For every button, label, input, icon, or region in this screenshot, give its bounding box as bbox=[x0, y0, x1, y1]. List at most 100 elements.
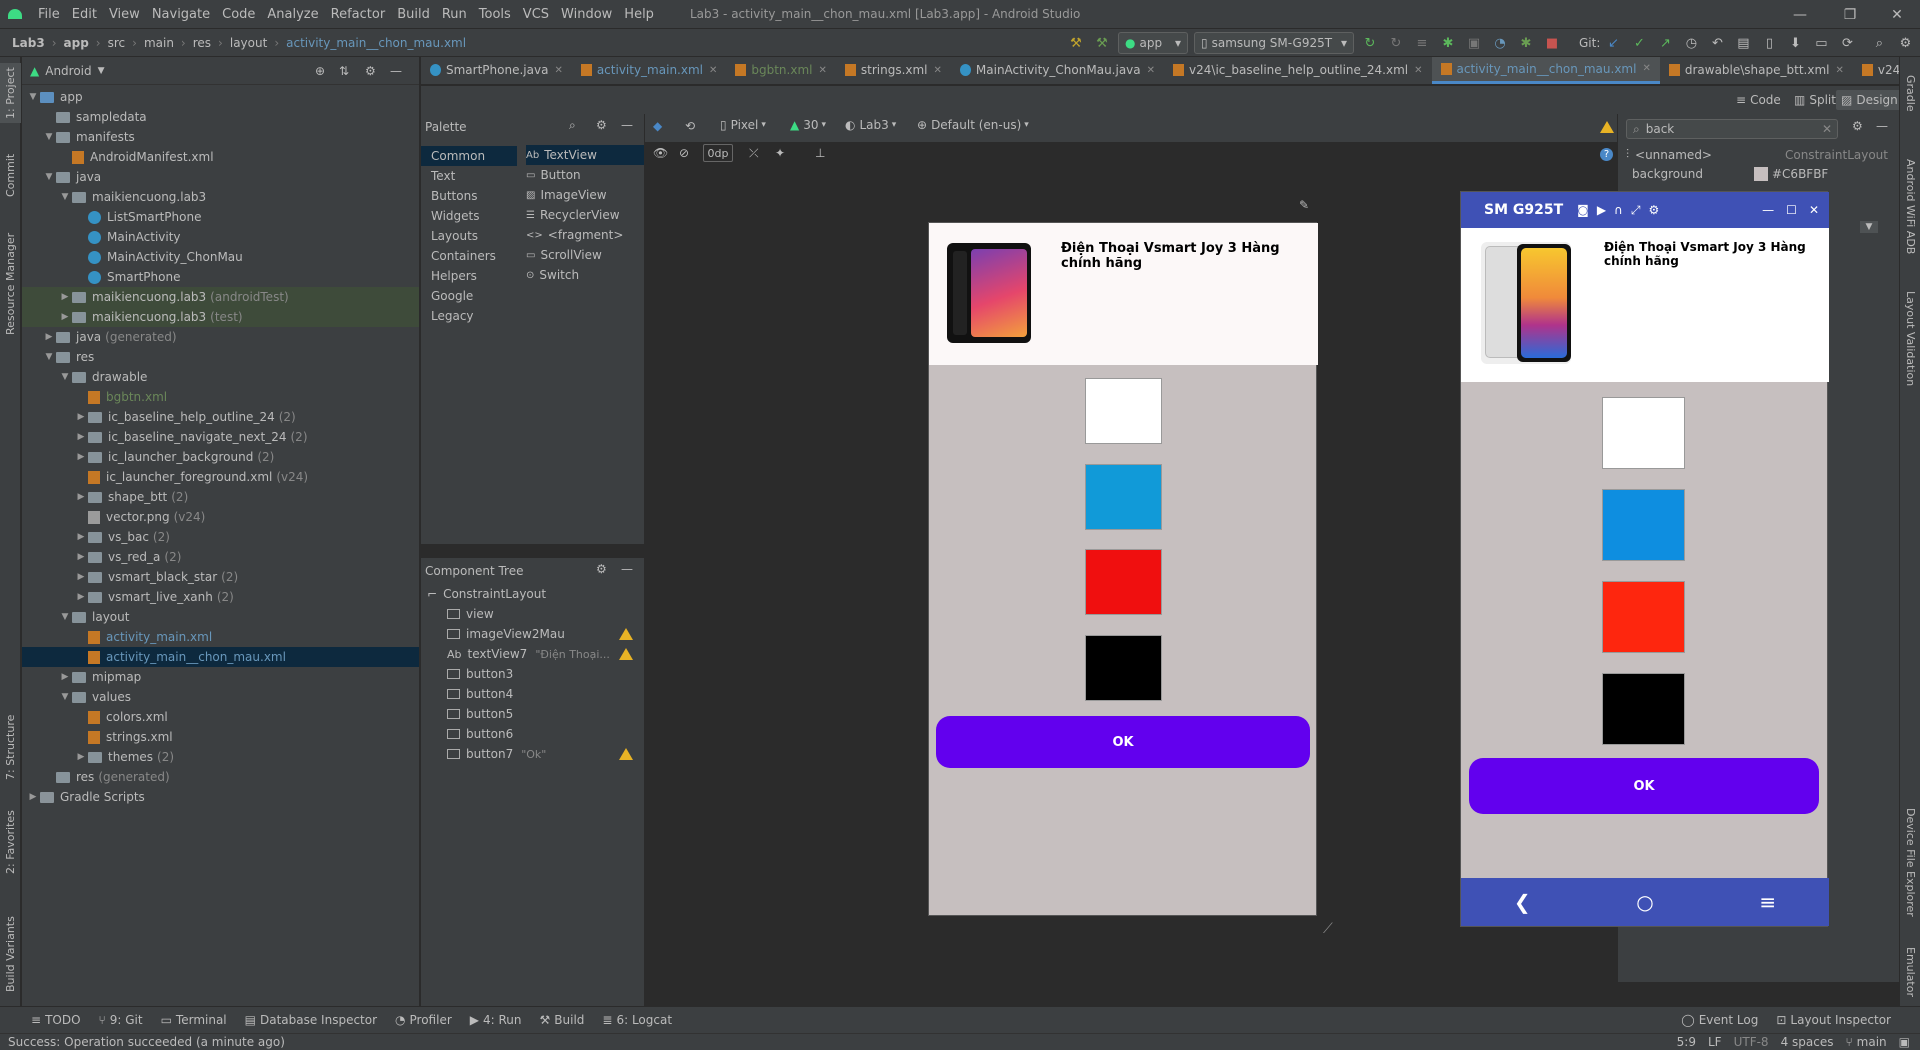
expand-right-icon[interactable]: ▶ bbox=[74, 532, 88, 542]
breadcrumb-item[interactable]: main bbox=[142, 36, 176, 50]
gear-icon[interactable]: ⚙ bbox=[1852, 119, 1863, 133]
expand-down-icon[interactable]: ▼ bbox=[58, 692, 72, 702]
palette-item[interactable]: ⊙ Switch bbox=[526, 265, 644, 285]
build-variants-tool-tab[interactable]: Build Variants bbox=[0, 907, 21, 1002]
expand-down-icon[interactable]: ▼ bbox=[58, 612, 72, 622]
tree-item[interactable]: ▶ maikiencuong.lab3 (androidTest) bbox=[22, 287, 419, 307]
palette-category[interactable]: Google bbox=[421, 286, 517, 306]
color-white-button[interactable] bbox=[1085, 378, 1162, 444]
project-structure-icon[interactable]: ▤ bbox=[1734, 34, 1752, 52]
search-icon[interactable]: ⌕ bbox=[1870, 34, 1888, 52]
expand-down-icon[interactable]: ▼ bbox=[42, 172, 56, 182]
menu-icon[interactable]: ≡ bbox=[1759, 890, 1776, 914]
close-tab-icon[interactable]: ✕ bbox=[709, 65, 717, 76]
wifi-adb-tool-tab[interactable]: Android WiFi ADB bbox=[1900, 147, 1920, 267]
tree-item[interactable]: res (generated) bbox=[22, 767, 419, 787]
expand-right-icon[interactable]: ▶ bbox=[26, 792, 40, 802]
device-select[interactable]: ▯ Pixel ▾ bbox=[720, 118, 766, 132]
tree-item[interactable]: ▼ maikiencuong.lab3 bbox=[22, 187, 419, 207]
default-margin-select[interactable]: 0dp bbox=[703, 144, 733, 162]
gradle-tool-tab[interactable]: Gradle bbox=[1900, 63, 1920, 123]
palette-category[interactable]: Text bbox=[421, 166, 517, 186]
orientation-icon[interactable]: ⟲ bbox=[685, 119, 695, 133]
minimize-icon[interactable]: — bbox=[1777, 0, 1823, 29]
gear-icon[interactable]: ⚙ bbox=[365, 64, 376, 78]
guidelines-icon[interactable]: ⊥ bbox=[815, 146, 825, 160]
component-tree-row[interactable]: button7 "Ok" bbox=[421, 744, 645, 764]
design-mode-button[interactable]: ▨ Design bbox=[1836, 90, 1903, 110]
tree-item[interactable]: ▶ vsmart_live_xanh (2) bbox=[22, 587, 419, 607]
menu-code[interactable]: Code bbox=[216, 7, 261, 22]
editor-tab[interactable]: bgbtn.xml ✕ bbox=[726, 57, 836, 84]
project-view-select[interactable]: Android bbox=[45, 64, 91, 78]
palette-item[interactable]: ▭ Button bbox=[526, 165, 644, 185]
palette-item[interactable]: ☰ RecyclerView bbox=[526, 205, 644, 225]
expand-right-icon[interactable]: ▶ bbox=[74, 492, 88, 502]
breadcrumb-item[interactable]: layout bbox=[228, 36, 269, 50]
infer-constraints-icon[interactable]: ✦ bbox=[775, 146, 785, 160]
editor-tab[interactable]: activity_main__chon_mau.xml ✕ bbox=[1431, 57, 1660, 84]
color-black-button[interactable] bbox=[1602, 673, 1685, 745]
sdk-manager-icon[interactable]: ⬇ bbox=[1786, 34, 1804, 52]
editor-tab[interactable]: MainActivity_ChonMau.java ✕ bbox=[951, 57, 1164, 84]
close-icon[interactable]: ✕ bbox=[1809, 203, 1819, 217]
resource-manager-tool-tab[interactable]: Resource Manager bbox=[0, 229, 21, 339]
tree-item[interactable]: ▶ ic_baseline_help_outline_24 (2) bbox=[22, 407, 419, 427]
design-surface-icon[interactable]: ◆ bbox=[653, 119, 662, 133]
settings-icon[interactable]: ⚙ bbox=[1896, 34, 1914, 52]
hide-panel-icon[interactable]: — bbox=[1876, 119, 1888, 133]
component-tree-row[interactable]: imageView2Mau bbox=[421, 624, 645, 644]
expand-right-icon[interactable]: ▶ bbox=[58, 312, 72, 322]
locale-select[interactable]: ⊕ Default (en-us) ▾ bbox=[917, 118, 1029, 132]
locate-icon[interactable]: ⊕ bbox=[315, 64, 325, 78]
tree-item[interactable]: ▼ res bbox=[22, 347, 419, 367]
database-inspector-tool-button[interactable]: ▤ Database Inspector bbox=[236, 1013, 386, 1027]
palette-category[interactable]: Containers bbox=[421, 246, 517, 266]
tree-item[interactable]: ▼ manifests bbox=[22, 127, 419, 147]
close-tab-icon[interactable]: ✕ bbox=[1147, 65, 1155, 76]
attribute-value[interactable]: #C6BFBF bbox=[1772, 167, 1828, 181]
tree-item[interactable]: ▶ mipmap bbox=[22, 667, 419, 687]
device-manager-icon[interactable]: ▭ bbox=[1812, 34, 1830, 52]
tree-item[interactable]: ▼ drawable bbox=[22, 367, 419, 387]
menu-tools[interactable]: Tools bbox=[473, 7, 517, 22]
emulator-window[interactable]: SM G925T ◙ ▶ ∩ ⤢ ⚙ — ☐ ✕ Điện Thoại Vsma… bbox=[1460, 191, 1829, 927]
color-swatch[interactable] bbox=[1754, 167, 1768, 181]
make-icon[interactable]: ⚒ bbox=[1093, 34, 1111, 52]
git-push-icon[interactable]: ↗ bbox=[1656, 34, 1674, 52]
tree-item[interactable]: ▶ ic_launcher_background (2) bbox=[22, 447, 419, 467]
tree-item[interactable]: vector.png (v24) bbox=[22, 507, 419, 527]
tree-item[interactable]: ▶ java (generated) bbox=[22, 327, 419, 347]
close-tab-icon[interactable]: ✕ bbox=[1835, 65, 1843, 76]
editor-tab[interactable]: v24\ic_baseline_help_outline_24.xml ✕ bbox=[1164, 57, 1431, 84]
menu-build[interactable]: Build bbox=[391, 7, 436, 22]
tree-item[interactable]: colors.xml bbox=[22, 707, 419, 727]
menu-vcs[interactable]: VCS bbox=[517, 7, 555, 22]
tree-item[interactable]: SmartPhone bbox=[22, 267, 419, 287]
color-blue-button[interactable] bbox=[1085, 464, 1162, 530]
structure-tool-tab[interactable]: 7: Structure bbox=[0, 707, 21, 787]
sync-icon[interactable]: ≡ bbox=[1413, 34, 1431, 52]
menu-help[interactable]: Help bbox=[618, 7, 660, 22]
tree-item[interactable]: ▶ vs_red_a (2) bbox=[22, 547, 419, 567]
color-red-button[interactable] bbox=[1085, 549, 1162, 615]
tree-item[interactable]: activity_main__chon_mau.xml bbox=[22, 647, 419, 667]
color-white-button[interactable] bbox=[1602, 397, 1685, 469]
color-red-button[interactable] bbox=[1602, 581, 1685, 653]
editor-tab[interactable]: strings.xml ✕ bbox=[836, 57, 951, 84]
expand-down-icon[interactable]: ▼ bbox=[42, 132, 56, 142]
tree-item[interactable]: ▼ app bbox=[22, 87, 419, 107]
indent-setting[interactable]: 4 spaces bbox=[1781, 1035, 1834, 1049]
clear-constraints-icon[interactable]: ⤫ bbox=[749, 146, 759, 161]
git-rollback-icon[interactable]: ↶ bbox=[1708, 34, 1726, 52]
debug-icon[interactable]: ✱ bbox=[1439, 34, 1457, 52]
palette-item[interactable]: Ab TextView bbox=[526, 145, 644, 165]
close-tab-icon[interactable]: ✕ bbox=[818, 65, 826, 76]
close-tab-icon[interactable]: ✕ bbox=[934, 65, 942, 76]
tree-item[interactable]: MainActivity_ChonMau bbox=[22, 247, 419, 267]
tree-item[interactable]: ▼ layout bbox=[22, 607, 419, 627]
layout-validation-tool-tab[interactable]: Layout Validation bbox=[1900, 279, 1920, 399]
git-history-icon[interactable]: ◷ bbox=[1682, 34, 1700, 52]
editor-tab[interactable]: activity_main.xml ✕ bbox=[572, 57, 727, 84]
tree-item[interactable]: ▼ values bbox=[22, 687, 419, 707]
